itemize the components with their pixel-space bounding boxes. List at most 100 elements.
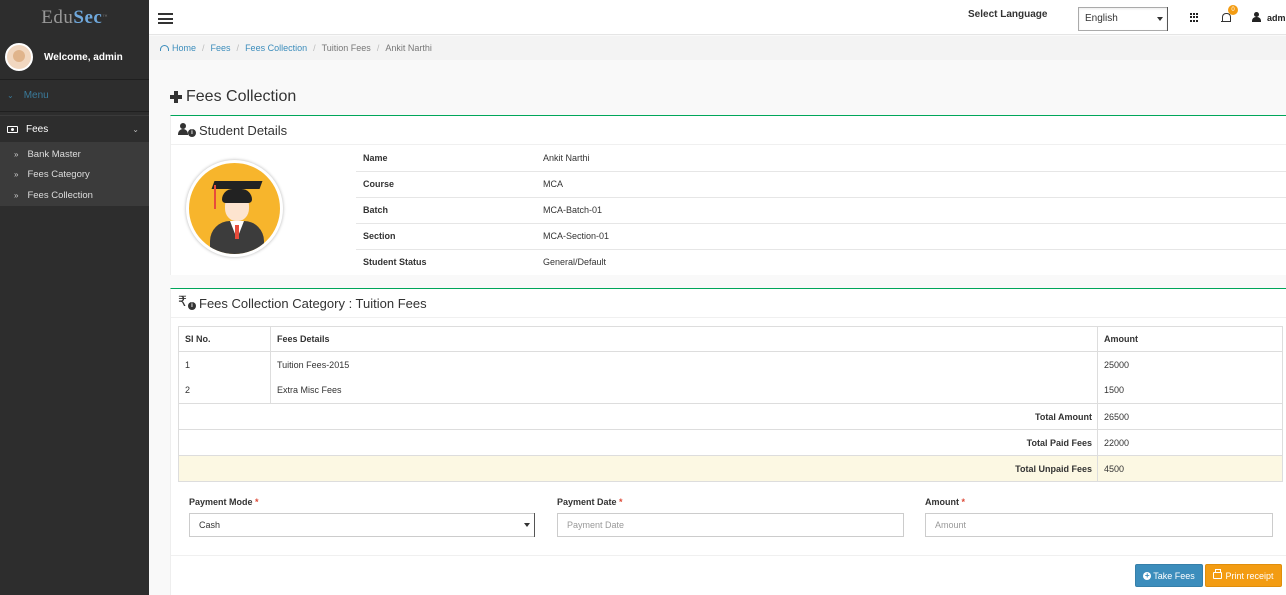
table-row: Student Status General/Default — [356, 248, 1286, 275]
payment-mode-value: Cash — [199, 520, 221, 530]
student-details-box: i Student Details Name Ankit Narthi Cour… — [170, 115, 1286, 275]
printer-icon — [1213, 569, 1223, 579]
page-title-text: Fees Collection — [186, 88, 297, 105]
total-value: 4500 — [1097, 455, 1283, 482]
total-row: Total Amount 26500 — [178, 403, 1283, 430]
cell-details: Tuition Fees-2015 — [277, 359, 350, 370]
sidebar-item-bank-master[interactable]: » Bank Master — [0, 144, 149, 165]
user-icon[interactable] — [1252, 12, 1261, 22]
table-row: Batch MCA-Batch-01 — [356, 196, 1286, 223]
detail-value: MCA-Batch-01 — [543, 196, 1286, 223]
user-info-icon: i — [178, 123, 198, 137]
bell-icon[interactable] — [1221, 13, 1231, 23]
table-row: 1 Tuition Fees-2015 25000 — [178, 351, 1283, 378]
total-row: Total Paid Fees 22000 — [178, 429, 1283, 456]
cell-sl: 2 — [178, 377, 271, 404]
payment-date-input[interactable]: Payment Date — [557, 513, 904, 537]
table-row: Name Ankit Narthi — [356, 145, 1286, 171]
payment-date-label: Payment Date * — [557, 497, 623, 507]
payment-mode-field: Payment Mode * Cash — [189, 497, 535, 537]
sidebar-item-fees-category[interactable]: » Fees Category — [0, 165, 149, 186]
language-select[interactable]: English — [1078, 7, 1168, 31]
cell-amount: 25000 — [1097, 351, 1283, 378]
breadcrumb-fees-collection[interactable]: Fees Collection — [245, 43, 307, 53]
print-receipt-button[interactable]: Print receipt — [1205, 564, 1282, 587]
welcome-text: Welcome, admin — [44, 51, 123, 63]
breadcrumb: Home / Fees / Fees Collection / Tuition … — [149, 36, 1286, 60]
double-chevron-right-icon: » — [14, 190, 19, 200]
payment-mode-label: Payment Mode * — [189, 497, 259, 507]
breadcrumb-student: Ankit Narthi — [385, 43, 432, 53]
detail-key: Student Status — [356, 248, 543, 275]
take-fees-button[interactable]: + Take Fees — [1135, 564, 1203, 587]
sidebar-item-fees-collection[interactable]: » Fees Collection — [0, 185, 149, 206]
sidebar: Edu Sec ™ Welcome, admin ⌄ Menu Fees ⌄ » B… — [0, 0, 149, 595]
table-row: 2 Extra Misc Fees 1500 — [178, 377, 1283, 404]
detail-value: MCA — [543, 170, 1286, 197]
payment-date-placeholder: Payment Date — [567, 520, 625, 530]
double-chevron-right-icon: » — [14, 149, 19, 159]
student-details-table: Name Ankit Narthi Course MCA Batch MCA-B… — [356, 145, 1286, 275]
amount-label: Amount * — [925, 497, 966, 507]
take-fees-label: Take Fees — [1153, 570, 1195, 581]
student-photo — [186, 160, 283, 257]
sidebar-item-label: Fees Category — [27, 169, 90, 181]
fees-category-title: Fees Collection Category : Tuition Fees — [199, 295, 427, 311]
total-value: 22000 — [1097, 429, 1283, 456]
column-header-amount: Amount — [1097, 326, 1283, 352]
total-label: Total Amount — [178, 403, 1098, 430]
fees-submenu: » Bank Master » Fees Category » Fees Col… — [0, 142, 149, 206]
sidebar-item-fees-label: Fees — [26, 123, 49, 135]
sidebar-item-fees[interactable]: Fees ⌄ — [0, 115, 149, 142]
notification-badge: 0 — [1228, 5, 1238, 15]
student-details-header: i Student Details — [171, 116, 1286, 145]
print-receipt-label: Print receipt — [1225, 570, 1274, 581]
chevron-down-icon: ⌄ — [132, 124, 139, 134]
amount-placeholder: Amount — [935, 520, 967, 530]
total-row-unpaid: Total Unpaid Fees 4500 — [178, 455, 1283, 482]
user-menu-name[interactable]: admin — [1267, 13, 1286, 23]
plus-circle-icon: + — [1143, 570, 1152, 580]
page-title: Fees Collection — [170, 88, 296, 106]
detail-key: Course — [356, 170, 543, 197]
apps-grid-icon[interactable] — [1190, 13, 1199, 22]
detail-key: Batch — [356, 196, 543, 223]
column-header-details: Fees Details — [270, 326, 1098, 352]
dashboard-icon — [160, 45, 169, 51]
app-logo[interactable]: Edu Sec ™ — [0, 0, 149, 35]
payment-mode-select[interactable]: Cash — [189, 513, 535, 537]
hamburger-menu-icon[interactable] — [158, 13, 173, 24]
total-label: Total Paid Fees — [178, 429, 1098, 456]
breadcrumb-fees[interactable]: Fees — [211, 43, 231, 53]
amount-input[interactable]: Amount — [925, 513, 1273, 537]
sidebar-item-label: Fees Collection — [27, 189, 93, 201]
menu-header[interactable]: ⌄ Menu — [0, 80, 149, 112]
logo-accent: Sec — [73, 6, 103, 28]
student-details-title: Student Details — [199, 122, 288, 138]
detail-key: Name — [363, 152, 388, 163]
column-header-sl: SI No. — [178, 326, 271, 352]
caret-down-icon — [524, 523, 530, 527]
sidebar-item-label: Bank Master — [27, 148, 81, 160]
detail-value: General/Default — [543, 248, 1286, 275]
cell-amount: 1500 — [1097, 377, 1283, 404]
user-panel: Welcome, admin — [0, 35, 149, 80]
detail-value: MCA-Section-01 — [543, 222, 1286, 249]
fees-collection-box: ₹ i Fees Collection Category : Tuition Fe… — [170, 288, 1286, 595]
total-label: Total Unpaid Fees — [178, 455, 1098, 482]
table-row: Course MCA — [356, 170, 1286, 197]
language-select-value: English — [1085, 13, 1118, 24]
fees-box-footer: + Take Fees Print receipt — [171, 555, 1286, 595]
menu-header-label: Menu — [23, 90, 49, 101]
logo-tm: ™ — [102, 15, 108, 20]
breadcrumb-home[interactable]: Home — [172, 43, 196, 53]
avatar — [5, 43, 33, 71]
table-header-row: SI No. Fees Details Amount — [178, 326, 1283, 352]
topbar: Select Language English 0 admin — [149, 0, 1286, 35]
language-label: Select Language — [968, 9, 1048, 20]
detail-value: Ankit Narthi — [543, 152, 590, 163]
fees-category-header: ₹ i Fees Collection Category : Tuition Fe… — [171, 289, 1286, 318]
caret-down-icon — [1157, 17, 1163, 21]
amount-field: Amount * Amount — [925, 497, 1273, 537]
money-icon — [7, 125, 18, 133]
